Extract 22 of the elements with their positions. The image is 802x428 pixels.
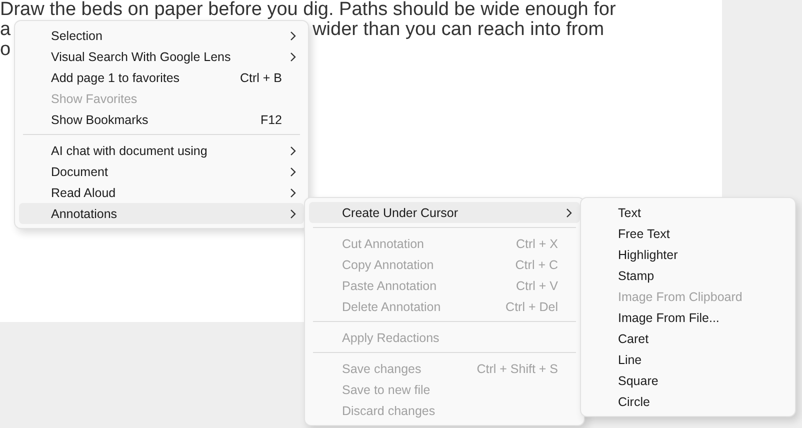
menu-item[interactable]: Highlighter bbox=[585, 244, 791, 265]
menu-item[interactable]: Stamp bbox=[585, 265, 791, 286]
paragraph-text: a bbox=[0, 20, 11, 40]
menu-item[interactable]: Line bbox=[585, 349, 791, 370]
menu-item[interactable]: Read Aloud bbox=[19, 182, 304, 203]
menu-item[interactable]: AI chat with document using bbox=[19, 140, 304, 161]
paragraph-text: Draw the beds on paper before you dig. Paths should be wide enough for bbox=[0, 0, 616, 20]
menu-item[interactable]: Caret bbox=[585, 328, 791, 349]
menu-item[interactable]: Visual Search With Google Lens bbox=[19, 46, 304, 67]
menu-item[interactable]: Create Under Cursor bbox=[309, 202, 580, 223]
menu-item[interactable]: Circle bbox=[585, 391, 791, 412]
menu-item[interactable]: Show Bookmarks F12 bbox=[19, 109, 304, 130]
paragraph-text: o bbox=[0, 40, 11, 60]
paragraph-text: wider than you can reach into from bbox=[312, 20, 604, 40]
menu-item[interactable]: Image From File... bbox=[585, 307, 791, 328]
menu-item[interactable]: Document bbox=[19, 161, 304, 182]
menu-item[interactable]: Add page 1 to favorites Ctrl + B bbox=[19, 67, 304, 88]
menu-item[interactable]: Free Text bbox=[585, 223, 791, 244]
menu-item[interactable]: Selection bbox=[19, 25, 304, 46]
menu-item[interactable]: Annotations bbox=[19, 203, 304, 224]
menu-item[interactable]: Square bbox=[585, 370, 791, 391]
menu-item[interactable]: Text bbox=[585, 202, 791, 223]
